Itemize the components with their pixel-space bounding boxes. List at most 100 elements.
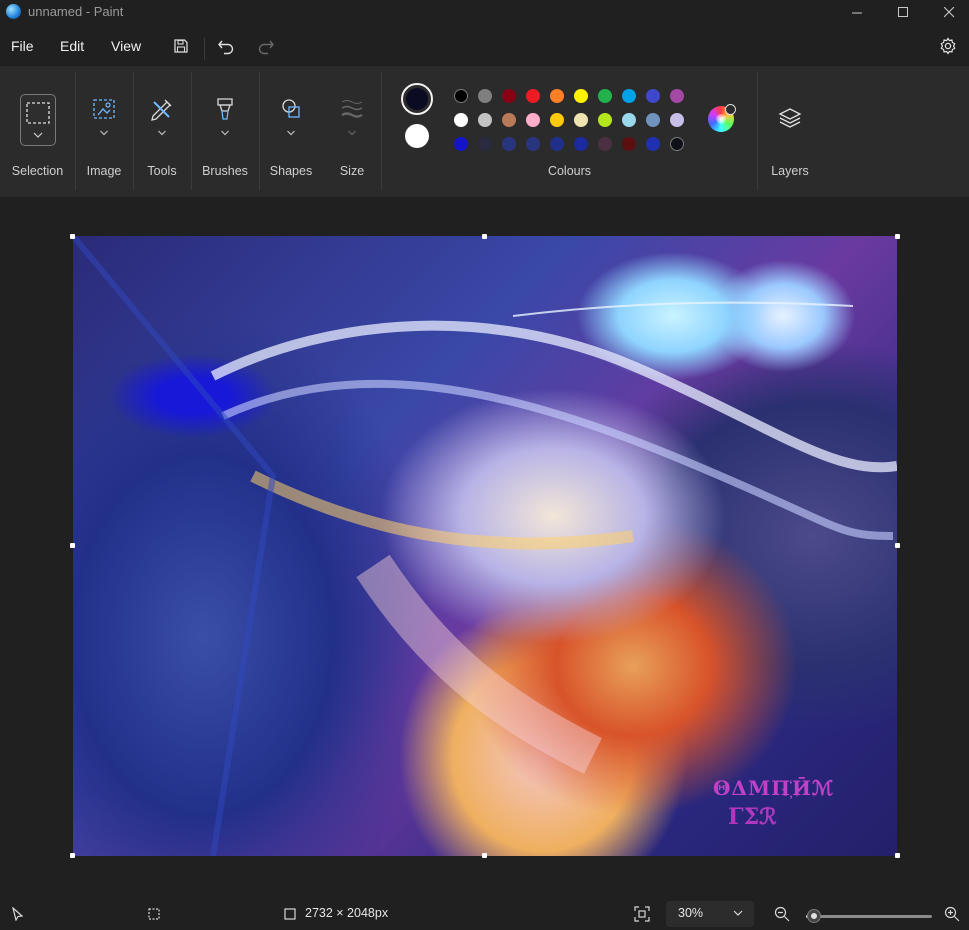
size-group[interactable]: Size	[323, 66, 381, 197]
palette-swatch[interactable]	[526, 113, 540, 127]
palette-swatch[interactable]	[478, 137, 492, 151]
palette-swatch[interactable]	[550, 113, 564, 127]
tools-label: Tools	[147, 164, 177, 178]
title-bar: unnamed - Paint	[0, 0, 969, 26]
image-group[interactable]: Image	[75, 66, 133, 197]
artist-signature: ΘΔΜΠ҉Ӣℳ	[713, 776, 835, 800]
brush-icon	[217, 98, 233, 120]
menu-file[interactable]: File	[11, 38, 34, 54]
close-button[interactable]	[926, 0, 969, 24]
palette-swatch[interactable]	[526, 89, 540, 103]
layers-icon	[778, 108, 802, 128]
palette-swatch[interactable]	[454, 113, 468, 127]
save-button[interactable]	[171, 36, 191, 56]
palette-swatch[interactable]	[454, 137, 468, 151]
canvas-image[interactable]: ΘΔΜΠ҉Ӣℳ ΓΣℛ	[73, 236, 897, 856]
image-label: Image	[86, 164, 122, 178]
palette-swatch[interactable]	[646, 89, 660, 103]
minimize-button[interactable]	[834, 0, 880, 24]
undo-button[interactable]	[216, 36, 236, 56]
menu-separator	[204, 38, 205, 60]
palette-swatch[interactable]	[550, 89, 564, 103]
palette-swatch[interactable]	[502, 113, 516, 127]
pencil-eraser-icon	[151, 99, 172, 121]
chevron-down-icon	[158, 128, 167, 138]
colour-picker-add-icon	[725, 104, 736, 115]
artist-signature-second-line: ΓΣℛ	[728, 804, 777, 830]
palette-swatch[interactable]	[478, 89, 492, 103]
resize-handle[interactable]	[70, 543, 75, 548]
fit-to-window-icon	[634, 906, 650, 922]
palette-swatch[interactable]	[670, 89, 684, 103]
menu-bar: File Edit View	[0, 26, 969, 66]
redo-button[interactable]	[256, 36, 276, 56]
palette-swatch[interactable]	[598, 113, 612, 127]
layers-group[interactable]: Layers	[758, 66, 822, 197]
palette-swatch[interactable]	[598, 89, 612, 103]
layers-label: Layers	[771, 164, 809, 178]
palette-swatch[interactable]	[622, 113, 636, 127]
palette-swatch[interactable]	[502, 89, 516, 103]
artwork-strokes	[73, 236, 897, 856]
fit-to-window-button[interactable]	[634, 906, 650, 922]
palette-swatch[interactable]	[478, 113, 492, 127]
gear-icon	[940, 37, 956, 55]
shapes-icon	[282, 99, 300, 118]
palette-swatch[interactable]	[670, 113, 684, 127]
resize-handle[interactable]	[70, 853, 75, 858]
selection-size-icon	[148, 908, 160, 920]
palette-swatch[interactable]	[574, 113, 588, 127]
shapes-group[interactable]: Shapes	[259, 66, 323, 197]
canvas-dimensions: 2732 × 2048px	[305, 906, 389, 920]
cursor-position-indicator	[10, 906, 26, 922]
chevron-down-icon	[348, 128, 357, 138]
selection-rectangle-icon	[26, 102, 50, 138]
canvas-size-indicator	[282, 906, 298, 922]
chevron-down-icon	[287, 128, 296, 138]
zoom-in-icon	[944, 906, 960, 922]
palette-swatch[interactable]	[502, 137, 516, 151]
zoom-dropdown[interactable]: 30%	[666, 901, 754, 927]
selection-group[interactable]: Selection	[0, 66, 75, 197]
settings-button[interactable]	[938, 36, 958, 56]
maximize-icon	[897, 6, 908, 17]
zoom-out-button[interactable]	[774, 906, 790, 922]
resize-handle[interactable]	[482, 234, 487, 239]
zoom-slider-thumb[interactable]	[806, 909, 821, 923]
secondary-colour-button[interactable]	[405, 124, 429, 148]
menu-view[interactable]: View	[111, 38, 141, 54]
resize-handle[interactable]	[895, 543, 900, 548]
selection-tool-button[interactable]	[20, 94, 56, 146]
save-icon	[174, 39, 188, 53]
brushes-group[interactable]: Brushes	[191, 66, 259, 197]
palette-swatch[interactable]	[646, 113, 660, 127]
zoom-in-button[interactable]	[944, 906, 960, 922]
cursor-icon	[12, 907, 24, 921]
palette-swatch[interactable]	[574, 137, 588, 151]
palette-swatch[interactable]	[526, 137, 540, 151]
resize-handle[interactable]	[70, 234, 75, 239]
status-bar: 2732 × 2048px 30%	[0, 897, 969, 930]
palette-swatch[interactable]	[598, 137, 612, 151]
palette-swatch[interactable]	[454, 89, 468, 103]
palette-swatch[interactable]	[574, 89, 588, 103]
undo-icon	[218, 40, 234, 55]
palette-swatch[interactable]	[622, 89, 636, 103]
chevron-down-icon	[100, 128, 109, 138]
resize-handle[interactable]	[482, 853, 487, 858]
primary-colour-swatch	[406, 88, 428, 110]
ribbon-toolbar: Selection Image Tools Brushes Shapes Siz…	[0, 66, 969, 197]
paint-globe-icon	[6, 4, 21, 19]
palette-swatch[interactable]	[622, 137, 636, 151]
palette-swatch[interactable]	[550, 137, 564, 151]
resize-handle[interactable]	[895, 234, 900, 239]
palette-swatch[interactable]	[670, 137, 684, 151]
brushes-label: Brushes	[202, 164, 248, 178]
zoom-out-icon	[774, 906, 790, 922]
menu-edit[interactable]: Edit	[60, 38, 84, 54]
zoom-slider-track[interactable]	[806, 915, 932, 918]
palette-swatch[interactable]	[646, 137, 660, 151]
resize-handle[interactable]	[895, 853, 900, 858]
maximize-button[interactable]	[880, 0, 926, 24]
tools-group[interactable]: Tools	[133, 66, 191, 197]
